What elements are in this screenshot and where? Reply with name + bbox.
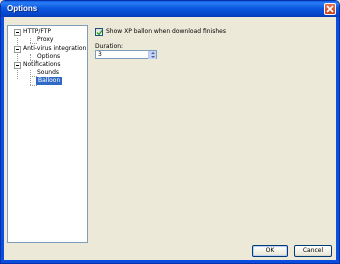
window-border-bottom bbox=[1, 260, 339, 263]
tree-collapse-toggle[interactable] bbox=[14, 62, 21, 69]
title-bar[interactable]: Options bbox=[1, 1, 339, 17]
tree-item-http-ftp[interactable]: HTTP/FTP bbox=[23, 28, 51, 36]
close-button[interactable] bbox=[324, 3, 336, 15]
close-icon bbox=[326, 5, 334, 13]
tree-line bbox=[17, 38, 18, 79]
chevron-down-icon bbox=[151, 56, 155, 58]
options-tree[interactable]: HTTP/FTP Proxy Anti-virus integration Op… bbox=[7, 25, 88, 243]
window-border-left bbox=[1, 17, 4, 263]
tree-line bbox=[30, 70, 31, 85]
tree-collapse-toggle[interactable] bbox=[14, 29, 21, 36]
show-balloon-checkbox[interactable] bbox=[95, 28, 103, 36]
tree-line bbox=[30, 43, 37, 44]
options-dialog: Options HTTP/FTP Proxy Anti-virus integr… bbox=[0, 0, 340, 264]
tree-item-notifications[interactable]: Notifications bbox=[23, 61, 61, 69]
duration-stepper[interactable]: 3 bbox=[95, 50, 157, 59]
window-title: Options bbox=[7, 4, 38, 13]
cancel-button[interactable]: Cancel bbox=[294, 245, 332, 257]
tree-collapse-toggle[interactable] bbox=[14, 46, 21, 53]
window-border-right bbox=[336, 17, 339, 263]
duration-label: Duration: bbox=[95, 43, 124, 50]
stepper-down-button[interactable] bbox=[148, 55, 156, 59]
show-balloon-label[interactable]: Show XP ballon when download finishes bbox=[106, 28, 226, 35]
tree-line bbox=[30, 85, 37, 86]
tree-item-sounds[interactable]: Sounds bbox=[37, 69, 59, 77]
tree-item-options[interactable]: Options bbox=[37, 53, 60, 61]
tree-item-proxy[interactable]: Proxy bbox=[37, 36, 53, 44]
ok-button[interactable]: OK bbox=[252, 245, 288, 257]
tree-item-anti-virus-integration[interactable]: Anti-virus integration bbox=[23, 45, 86, 53]
duration-value[interactable]: 3 bbox=[98, 51, 102, 59]
checkmark-icon bbox=[96, 30, 103, 36]
tree-item-balloon[interactable]: Balloon bbox=[36, 77, 63, 85]
